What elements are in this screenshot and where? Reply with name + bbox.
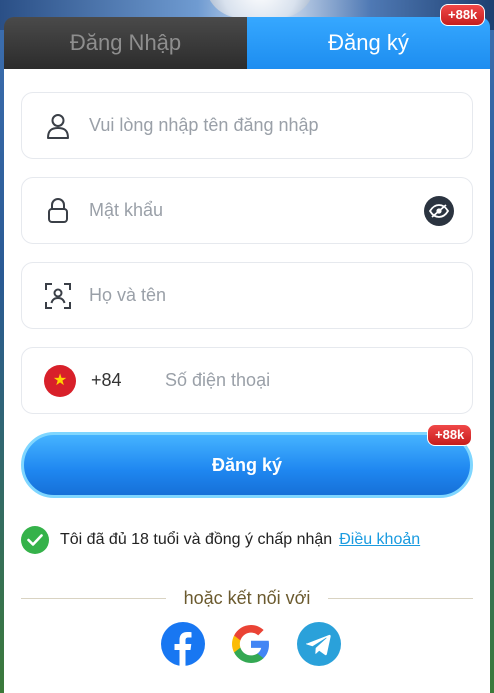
eye-off-icon[interactable] xyxy=(424,195,454,226)
auth-tabs: Đăng Nhập Đăng ký xyxy=(4,17,490,69)
password-field[interactable] xyxy=(21,177,473,244)
facebook-icon[interactable] xyxy=(161,622,205,666)
password-input[interactable] xyxy=(89,190,424,231)
check-icon[interactable] xyxy=(21,526,49,554)
username-input[interactable] xyxy=(89,105,472,146)
lock-icon xyxy=(45,197,71,224)
divider-line-right xyxy=(328,597,473,599)
terms-link[interactable]: Điều khoản xyxy=(339,531,420,549)
tab-login[interactable]: Đăng Nhập xyxy=(4,17,247,69)
phone-field[interactable]: ★ +84 xyxy=(21,347,473,414)
google-icon[interactable] xyxy=(229,622,273,666)
social-login-row xyxy=(161,622,341,668)
fullname-input[interactable] xyxy=(89,275,472,316)
phone-input[interactable] xyxy=(165,360,472,401)
divider-text: hoặc kết nối với xyxy=(183,587,311,608)
telegram-icon[interactable] xyxy=(297,622,341,666)
register-form: ★ +84 Đăng ký +88k Tôi đã đủ 18 tuổi và … xyxy=(4,69,490,693)
bonus-badge: +88k xyxy=(440,4,486,26)
register-button[interactable]: Đăng ký xyxy=(21,432,473,498)
social-divider: hoặc kết nối với xyxy=(21,587,473,609)
vietnam-flag-icon: ★ xyxy=(44,364,76,397)
terms-row: Tôi đã đủ 18 tuổi và đồng ý chấp nhận Đi… xyxy=(21,525,481,555)
user-icon xyxy=(45,113,71,139)
terms-text: Tôi đã đủ 18 tuổi và đồng ý chấp nhận xyxy=(60,531,333,548)
phone-country-code[interactable]: +84 xyxy=(91,370,165,391)
username-field[interactable] xyxy=(21,92,473,159)
id-card-icon xyxy=(45,282,71,309)
divider-line-left xyxy=(21,597,166,599)
fullname-field[interactable] xyxy=(21,262,473,329)
bonus-badge-button: +88k xyxy=(427,424,473,446)
